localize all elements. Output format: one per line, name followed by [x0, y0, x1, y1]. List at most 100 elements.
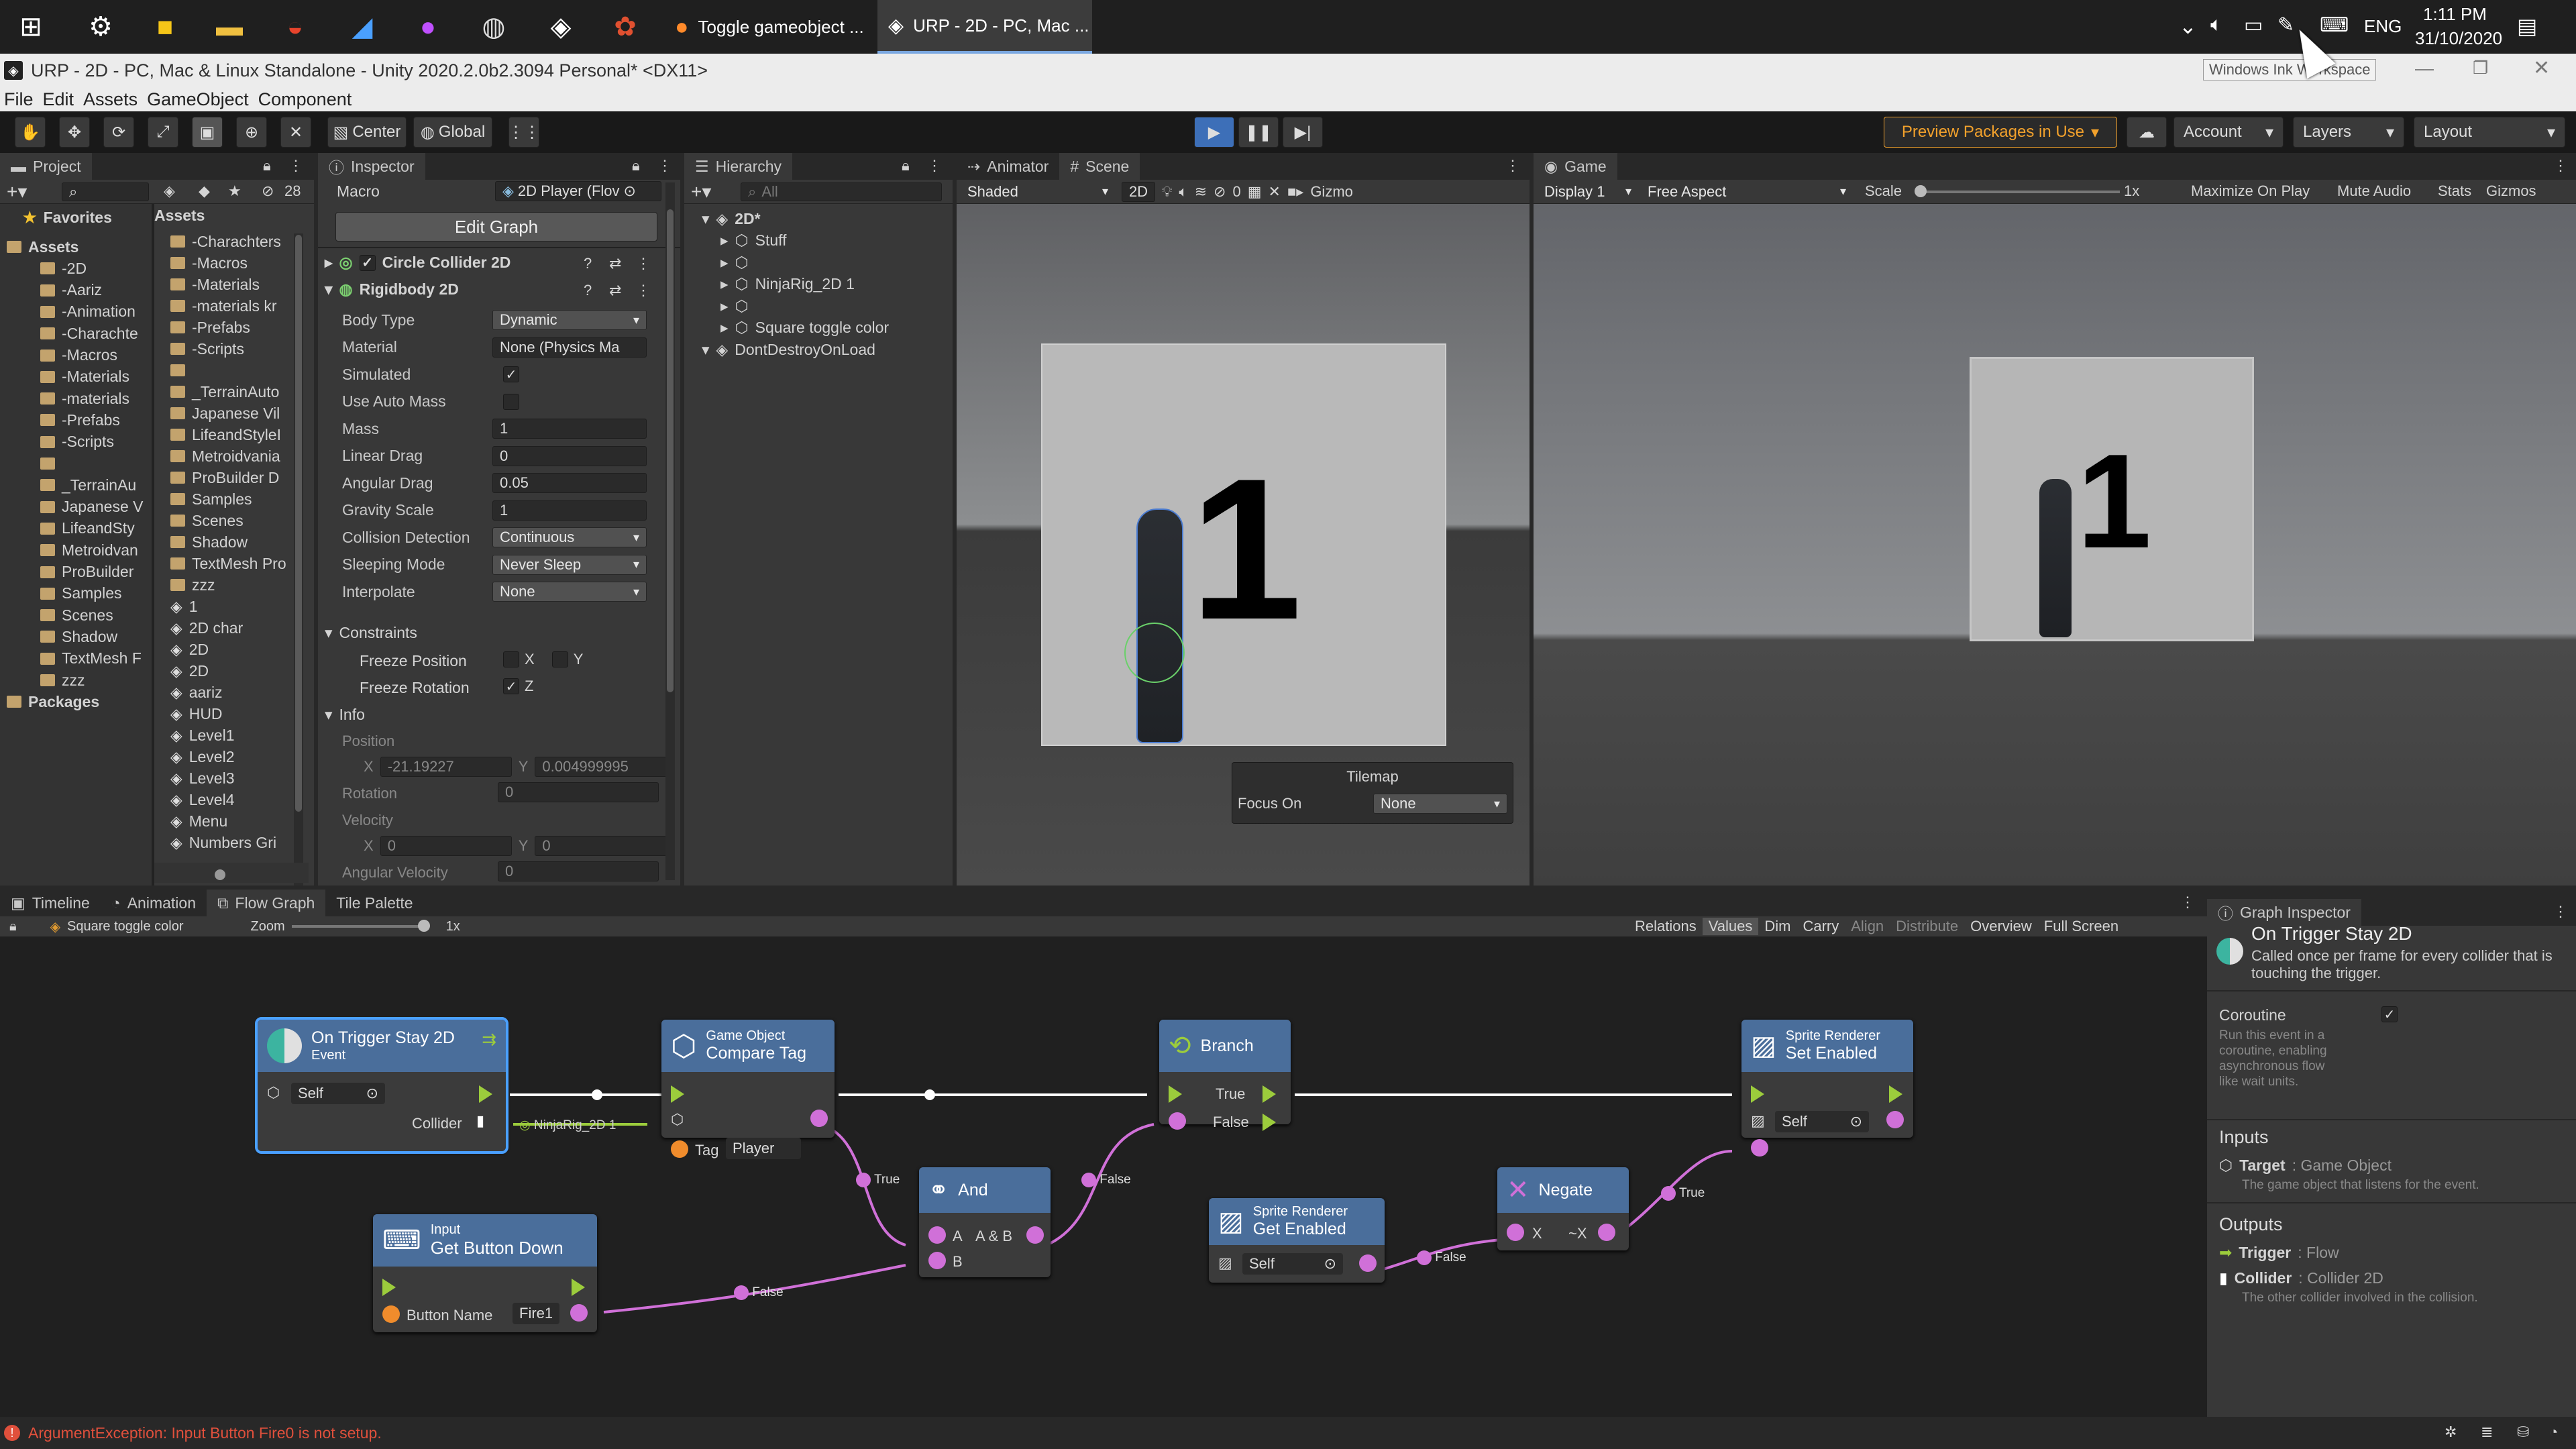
- project-asset-item[interactable]: -Prefabs: [170, 317, 250, 338]
- audio-icon[interactable]: 🔈︎: [1179, 183, 1187, 201]
- trigger-flow-out[interactable]: [479, 1085, 492, 1103]
- project-folder-item[interactable]: -Scripts: [40, 431, 114, 453]
- project-folder-item[interactable]: ProBuilder: [40, 561, 133, 583]
- layout-dropdown[interactable]: Layout ▾: [2414, 117, 2565, 148]
- bool-out-port[interactable]: [810, 1110, 828, 1127]
- menu-component[interactable]: Component: [258, 89, 352, 110]
- project-asset-item[interactable]: ◈ Level4: [170, 789, 234, 810]
- scale-tool-icon[interactable]: ⤢: [148, 117, 178, 148]
- kebab-menu-icon[interactable]: ⋮: [1505, 157, 1520, 174]
- button-name-port[interactable]: [382, 1305, 400, 1323]
- clock-time[interactable]: 1:11 PM: [2423, 4, 2487, 25]
- project-asset-item[interactable]: Samples: [170, 488, 252, 510]
- project-asset-item[interactable]: -Materials: [170, 274, 260, 295]
- close-icon[interactable]: ✕: [2533, 56, 2550, 80]
- enabled-value-port[interactable]: [1886, 1111, 1904, 1128]
- hierarchy-item[interactable]: ▸ ⬡ Stuff: [720, 230, 787, 252]
- taskbar-task-firefox[interactable]: ● Toggle gameobject ...: [664, 0, 872, 54]
- inspector-number-field[interactable]: 0: [492, 445, 647, 466]
- windows-start-icon[interactable]: ⊞: [9, 5, 52, 48]
- volume-icon[interactable]: 🔈︎: [2210, 13, 2222, 36]
- flow-out[interactable]: [1889, 1085, 1902, 1103]
- project-asset-item[interactable]: [170, 360, 192, 381]
- constraints-foldout[interactable]: ▾ Constraints: [325, 624, 417, 642]
- notifications-icon[interactable]: ▤: [2517, 13, 2537, 39]
- maximize-on-play-toggle[interactable]: Maximize On Play: [2191, 182, 2310, 200]
- project-asset-item[interactable]: ◈ 2D: [170, 639, 209, 660]
- filter-type-icon[interactable]: ◈: [164, 182, 175, 200]
- hierarchy-search-input[interactable]: ⌕ All: [741, 182, 942, 201]
- cache-icon[interactable]: ⛁: [2517, 1424, 2529, 1441]
- freeze-position-y-checkbox[interactable]: [551, 651, 568, 667]
- graph-tool-align[interactable]: Align: [1845, 918, 1890, 935]
- tab-hierarchy[interactable]: ☰ Hierarchy: [684, 153, 793, 180]
- project-asset-item[interactable]: _TerrainAuto: [170, 381, 279, 402]
- preset-icon[interactable]: ⇄: [609, 282, 621, 299]
- settings-gear-icon[interactable]: ⚙: [79, 5, 122, 48]
- freeze-rotation-z-checkbox[interactable]: ✓: [503, 678, 519, 694]
- account-dropdown[interactable]: Account ▾: [2174, 117, 2284, 148]
- kebab-menu-icon[interactable]: ⋮: [657, 157, 672, 174]
- display-dropdown[interactable]: Display 1: [1538, 181, 1638, 202]
- inspector-number-field[interactable]: 1: [492, 500, 647, 521]
- aspect-dropdown[interactable]: Free Aspect: [1641, 181, 1853, 202]
- graph-tool-overview[interactable]: Overview: [1964, 918, 2038, 935]
- condition-port[interactable]: [1169, 1112, 1186, 1130]
- inspector-object-field[interactable]: None (Physics Ma: [492, 337, 647, 358]
- flow-in[interactable]: [1169, 1085, 1182, 1103]
- true-flow-out[interactable]: [1263, 1085, 1276, 1103]
- lock-icon[interactable]: 🔒︎: [9, 919, 17, 934]
- custom-tool-icon[interactable]: ✕: [280, 117, 311, 148]
- node-branch[interactable]: ⟲ Branch True False: [1159, 1020, 1291, 1131]
- project-asset-item[interactable]: ◈ 2D: [170, 660, 209, 682]
- lock-icon[interactable]: 🔒︎: [263, 157, 271, 174]
- x-port[interactable]: [1507, 1224, 1524, 1241]
- hierarchy-item[interactable]: ▸ ⬡: [720, 295, 755, 317]
- graph-tool-relations[interactable]: Relations: [1629, 918, 1703, 935]
- menu-file[interactable]: File: [4, 89, 34, 110]
- menu-edit[interactable]: Edit: [43, 89, 74, 110]
- tab-scene[interactable]: # Scene: [1059, 153, 1140, 180]
- enabled-out-port[interactable]: [1359, 1254, 1377, 1272]
- inspector-number-field[interactable]: 0.05: [492, 473, 647, 493]
- graph-tool-distribute[interactable]: Distribute: [1890, 918, 1964, 935]
- project-folder-item[interactable]: Scenes: [40, 604, 113, 626]
- node-get-enabled[interactable]: ▨ Sprite Renderer Get Enabled ▨ Self ⊙: [1209, 1198, 1385, 1283]
- tag-input[interactable]: Player: [726, 1138, 801, 1159]
- project-folder-item[interactable]: Japanese V: [40, 496, 143, 518]
- mute-audio-toggle[interactable]: Mute Audio: [2337, 182, 2411, 200]
- hierarchy-item[interactable]: ▸ ⬡ Square toggle color: [720, 317, 889, 339]
- lock-icon[interactable]: 🔒︎: [632, 157, 640, 174]
- pause-button[interactable]: ❚❚: [1238, 117, 1279, 148]
- debug-icon[interactable]: ✲: [2445, 1424, 2457, 1441]
- inspector-checkbox[interactable]: ✓: [503, 366, 519, 382]
- self-input[interactable]: Self ⊙: [291, 1083, 385, 1104]
- kebab-menu-icon[interactable]: ⋮: [288, 157, 303, 174]
- preview-packages-button[interactable]: Preview Packages in Use ▾: [1884, 117, 2117, 148]
- project-asset-item[interactable]: ◈ Menu: [170, 810, 227, 832]
- graph-tool-carry[interactable]: Carry: [1796, 918, 1845, 935]
- project-folder-item[interactable]: -Charachte: [40, 323, 138, 344]
- cloud-icon[interactable]: ☁: [2127, 117, 2167, 148]
- node-get-button-down[interactable]: ⌨ Input Get Button Down Button Name Fire1: [373, 1214, 597, 1332]
- sticky-notes-icon[interactable]: ■: [144, 5, 186, 48]
- project-folder-item[interactable]: zzz: [40, 669, 85, 691]
- project-folder-item[interactable]: LifeandSty: [40, 518, 135, 539]
- project-asset-item[interactable]: LifeandStyleI: [170, 424, 281, 445]
- gizmos-dropdown[interactable]: Gizmo: [1310, 183, 1353, 201]
- project-asset-item[interactable]: ◈ Level3: [170, 767, 234, 789]
- collab-icon[interactable]: ◔: [2549, 1424, 2558, 1441]
- taskbar-task-unity[interactable]: ◈ URP - 2D - PC, Mac ...: [877, 0, 1092, 54]
- photoshop-icon[interactable]: ◢: [341, 5, 384, 48]
- language-indicator[interactable]: ENG: [2364, 16, 2402, 37]
- scale-slider[interactable]: [1915, 185, 2120, 197]
- file-explorer-icon[interactable]: ▬: [208, 5, 251, 48]
- tag-port[interactable]: [671, 1140, 688, 1158]
- tools-icon[interactable]: ✕: [1269, 183, 1281, 201]
- foldout-arrow-icon[interactable]: ▸: [720, 254, 729, 272]
- project-asset-item[interactable]: -Charachters: [170, 231, 281, 252]
- kebab-menu-icon[interactable]: ⋮: [927, 157, 942, 174]
- lighting-icon[interactable]: 💡︎: [1162, 183, 1172, 201]
- filter-label-icon[interactable]: ◆: [199, 182, 210, 200]
- negate-out-port[interactable]: [1598, 1224, 1615, 1241]
